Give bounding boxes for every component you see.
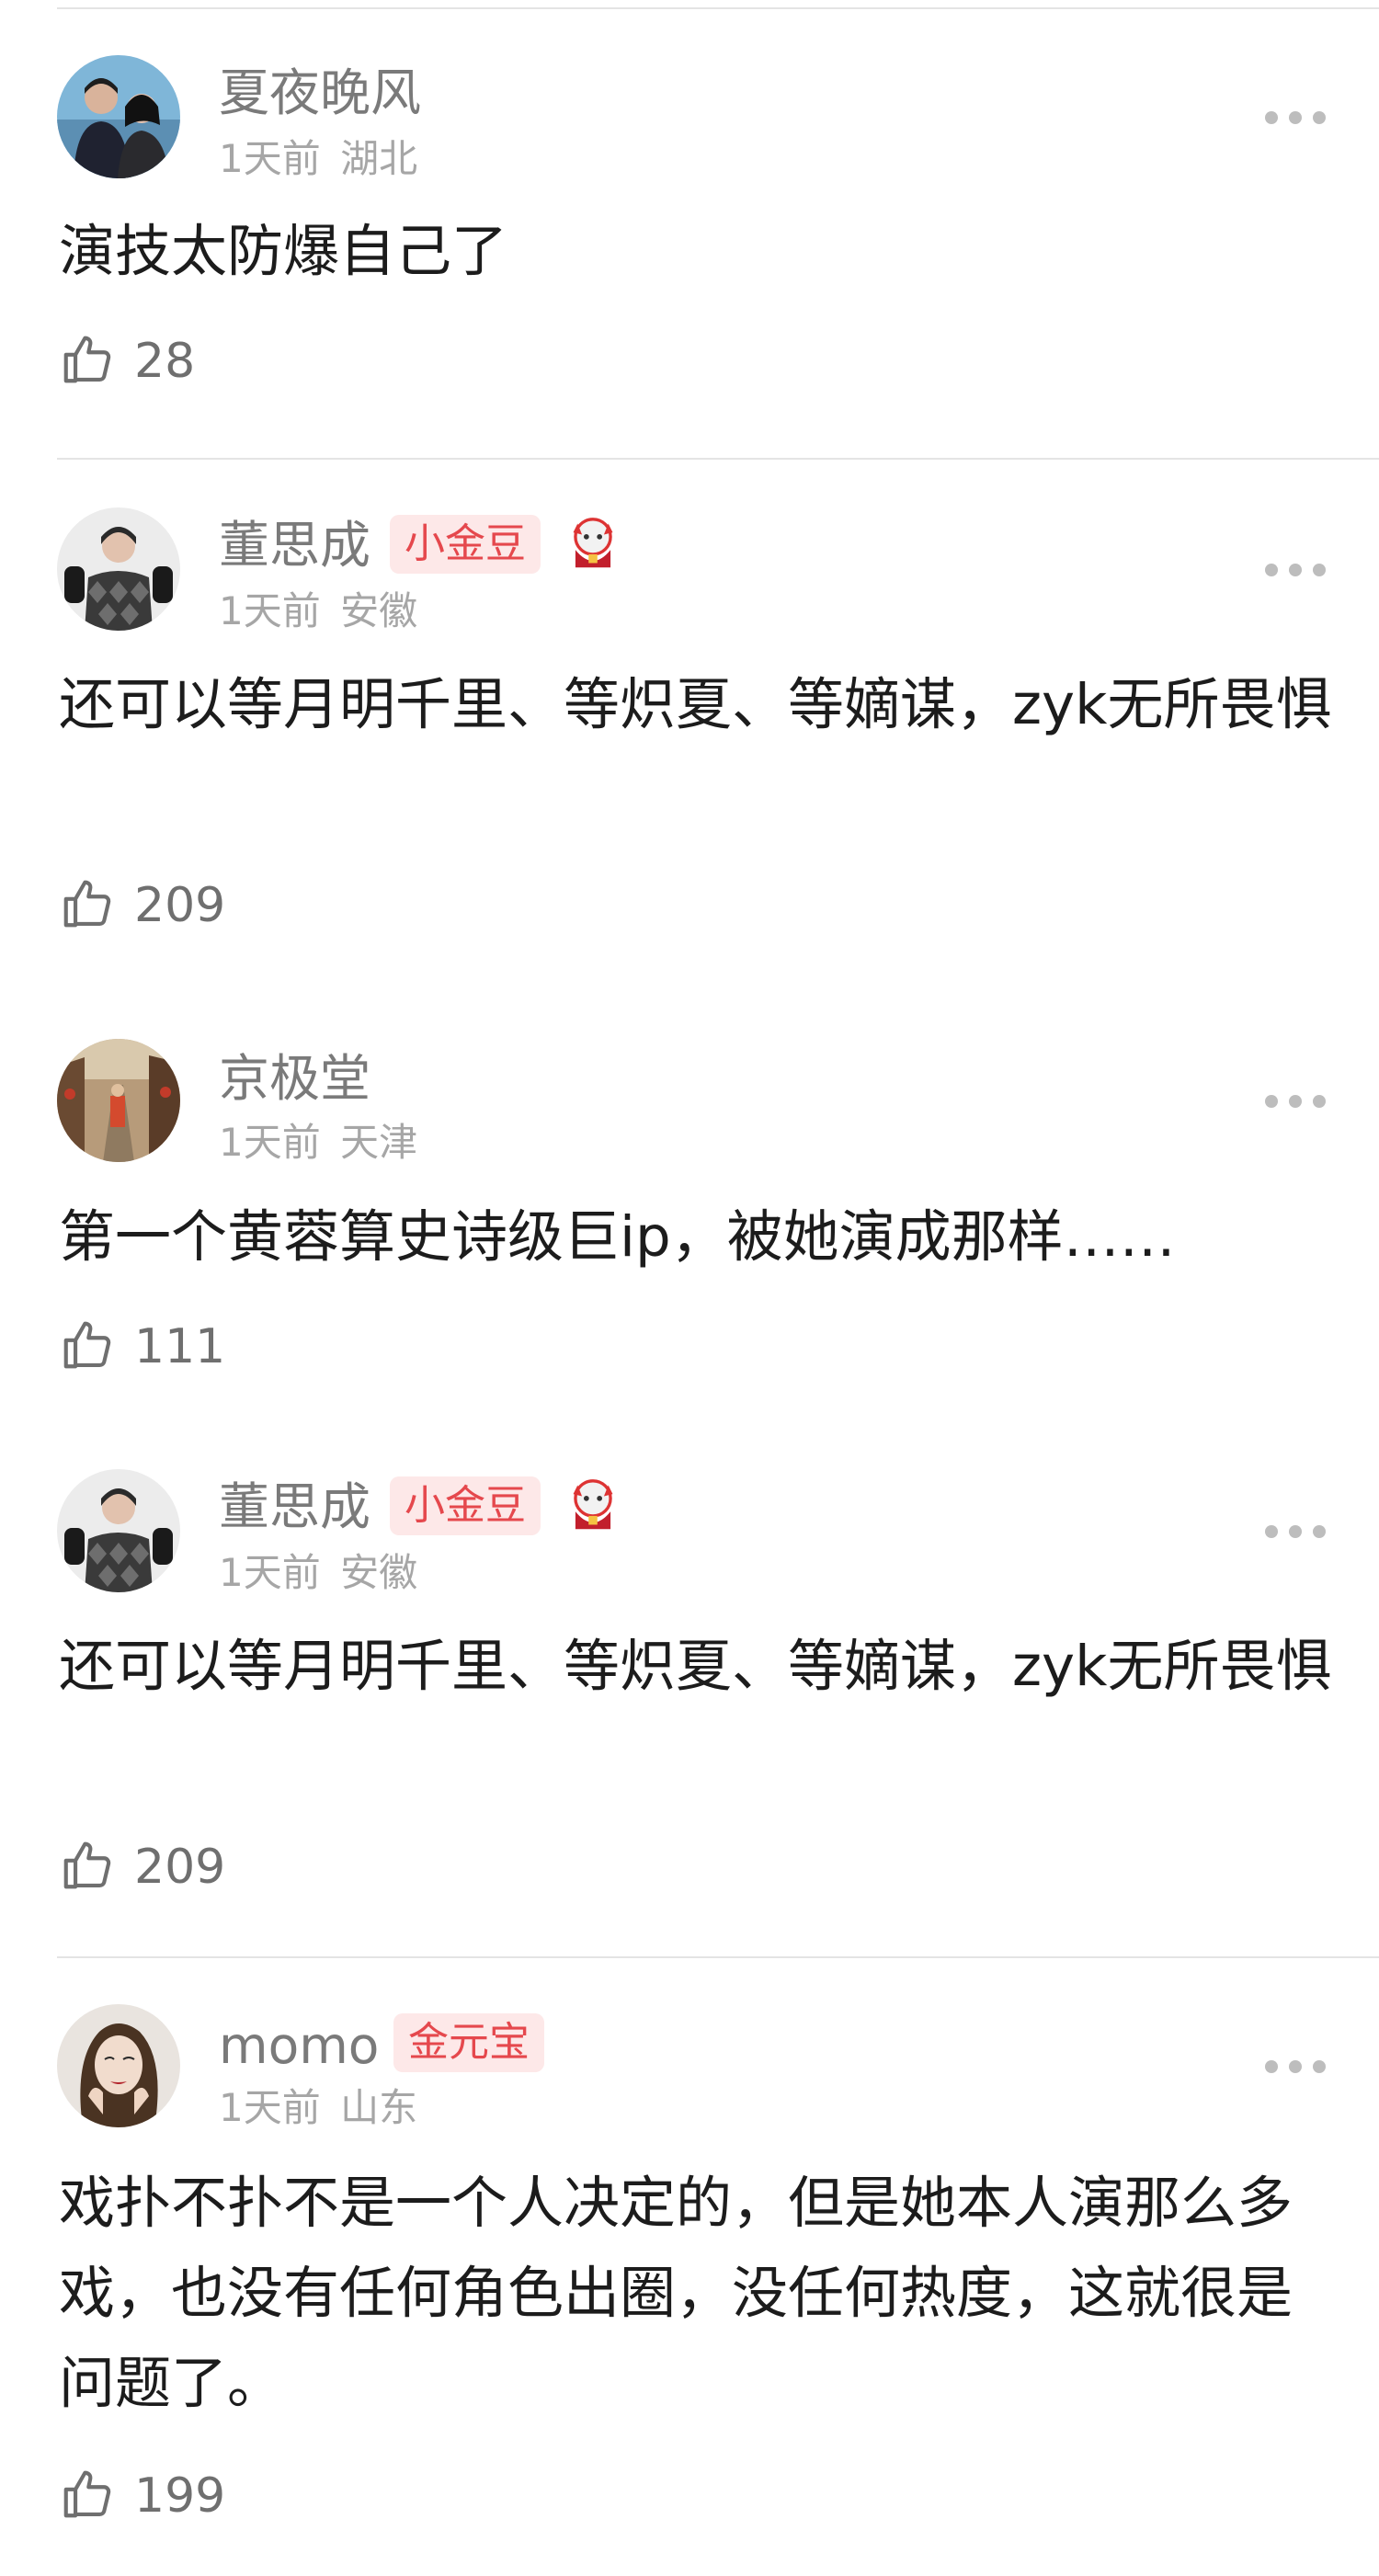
comment-text: 还可以等月明千里、等炽夏、等嫡谋，zyk无所畏惧 bbox=[59, 1634, 1332, 1699]
thumbs-up-icon bbox=[63, 880, 111, 928]
lucky-cat-medal-icon bbox=[573, 1479, 613, 1530]
user-avatar[interactable] bbox=[57, 2004, 180, 2127]
divider bbox=[57, 7, 1379, 9]
username[interactable]: 董思成 bbox=[219, 1475, 370, 1539]
timestamp: 1天前 bbox=[219, 2085, 321, 2130]
divider bbox=[57, 458, 1379, 460]
username[interactable]: 董思成 bbox=[219, 513, 370, 577]
thumbs-up-icon bbox=[63, 336, 111, 383]
lucky-cat-medal-icon bbox=[573, 518, 613, 568]
more-options-icon[interactable] bbox=[1265, 2057, 1326, 2076]
like-count: 28 bbox=[134, 334, 196, 389]
more-options-icon[interactable] bbox=[1265, 1092, 1326, 1111]
location: 山东 bbox=[340, 2085, 418, 2130]
timestamp: 1天前 bbox=[219, 1120, 321, 1165]
divider bbox=[57, 1956, 1379, 1958]
thumbs-up-icon bbox=[63, 2470, 111, 2518]
location: 安徽 bbox=[340, 588, 418, 633]
timestamp: 1天前 bbox=[219, 1550, 321, 1595]
comment-meta: 1天前 天津 bbox=[219, 1118, 417, 1168]
comment-meta: 1天前 安徽 bbox=[219, 587, 417, 636]
location: 安徽 bbox=[340, 1550, 418, 1595]
user-avatar[interactable] bbox=[57, 1469, 180, 1592]
location: 天津 bbox=[340, 1120, 418, 1165]
comment-meta: 1天前 湖北 bbox=[219, 134, 417, 184]
more-options-icon[interactable] bbox=[1265, 108, 1326, 127]
couple-photo-avatar bbox=[57, 55, 180, 178]
man-in-argyle-sweater-avatar bbox=[57, 507, 180, 631]
thumbs-up-icon bbox=[63, 1841, 111, 1889]
username[interactable]: 京极堂 bbox=[219, 1046, 370, 1111]
painted-street-avatar bbox=[57, 1039, 180, 1162]
timestamp: 1天前 bbox=[219, 136, 321, 181]
user-badge: 小金豆 bbox=[390, 515, 541, 574]
user-badge: 金元宝 bbox=[393, 2013, 544, 2072]
comment-text: 还可以等月明千里、等炽夏、等嫡谋，zyk无所畏惧 bbox=[59, 672, 1332, 737]
user-avatar[interactable] bbox=[57, 55, 180, 178]
more-options-icon[interactable] bbox=[1265, 561, 1326, 579]
username[interactable]: 夏夜晚风 bbox=[219, 61, 421, 125]
like-count: 209 bbox=[134, 1840, 226, 1895]
comment-meta: 1天前 安徽 bbox=[219, 1548, 417, 1598]
like-count: 199 bbox=[134, 2468, 226, 2524]
man-in-argyle-sweater-avatar bbox=[57, 1469, 180, 1592]
timestamp: 1天前 bbox=[219, 588, 321, 633]
like-count: 111 bbox=[134, 1319, 226, 1374]
location: 湖北 bbox=[340, 136, 418, 181]
woman-portrait-avatar bbox=[57, 2004, 180, 2127]
more-options-icon[interactable] bbox=[1265, 1522, 1326, 1541]
comment-text: 演技太防爆自己了 bbox=[59, 219, 508, 284]
user-avatar[interactable] bbox=[57, 1039, 180, 1162]
user-avatar[interactable] bbox=[57, 507, 180, 631]
like-count: 209 bbox=[134, 878, 226, 933]
comment-text: 戏扑不扑不是一个人决定的，但是她本人演那么多戏，也没有任何角色出圈，没任何热度，… bbox=[59, 2171, 1294, 2416]
comment-text: 第一个黄蓉算史诗级巨ip，被她演成那样…… bbox=[59, 1204, 1176, 1270]
thumbs-up-icon bbox=[63, 1321, 111, 1369]
user-badge: 小金豆 bbox=[390, 1476, 541, 1535]
comment-meta: 1天前 山东 bbox=[219, 2083, 417, 2133]
username[interactable]: momo bbox=[219, 2013, 379, 2078]
